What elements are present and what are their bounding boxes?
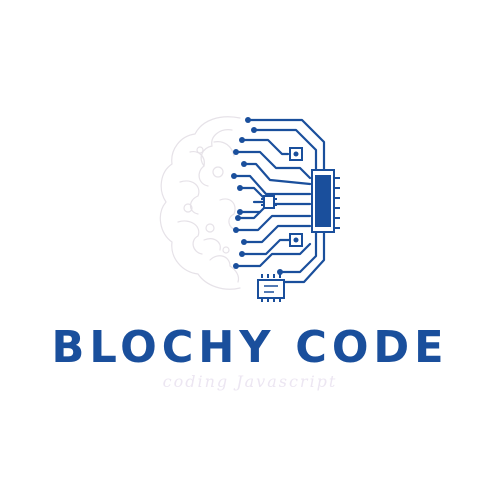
circuit-traces bbox=[232, 118, 326, 284]
brand-name: BLOCHY CODE bbox=[51, 322, 449, 373]
brand-tagline: coding Javascript bbox=[162, 372, 338, 391]
chip-bottom bbox=[257, 274, 285, 302]
logo-canvas: BLOCHY CODE coding Javascript bbox=[0, 0, 500, 500]
chip-main bbox=[311, 169, 340, 233]
circuit-pads bbox=[261, 147, 303, 247]
brain-outline bbox=[159, 116, 241, 290]
brain-circuit-icon bbox=[159, 116, 340, 302]
